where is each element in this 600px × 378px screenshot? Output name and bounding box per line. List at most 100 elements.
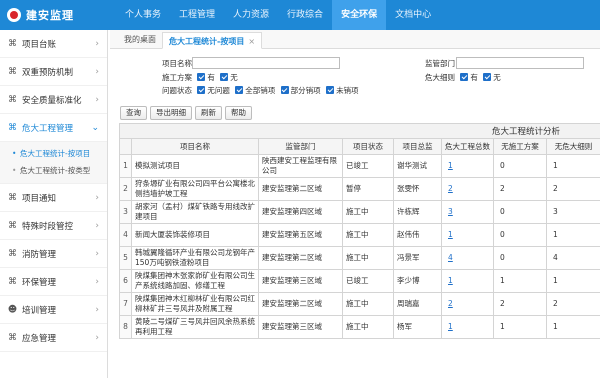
sidebar-item-label: 双重预防机制 <box>22 67 74 78</box>
sidebar-item-project-ledger[interactable]: ⌘ 项目台账 › <box>0 30 107 58</box>
no-plan-count-cell-wrap: 0 <box>493 200 547 224</box>
checkbox-rules-has[interactable] <box>460 73 469 81</box>
total-count-link[interactable]: 2 <box>448 184 453 193</box>
sidebar-item-label: 项目通知 <box>22 193 57 204</box>
project-name-cell-cell-wrap: 模拟测试项目 <box>131 154 259 178</box>
main-nav: 个人事务 工程管理 人力资源 行政综合 安全环保 文档中心 <box>116 0 440 30</box>
chevron-right-icon: › <box>95 66 99 77</box>
table-row[interactable]: 4 新闻大厦装饰装修项目 建安监理第五区域 施工中 赵伟伟 1 0 1 <box>119 223 600 247</box>
checkbox-rules-none[interactable] <box>483 73 492 81</box>
sidebar-item-training[interactable]: ☻ 培训管理 › <box>0 296 107 324</box>
table-row[interactable]: 2 狩条塬矿业有限公司四平台公寓楼北侧挡墙护坡工程 建安监理第二区域 暂停 张雯怀 2 2 2 <box>119 177 600 201</box>
table-caption: 危大工程统计分析 <box>118 123 600 139</box>
sidebar-item-environment[interactable]: ⌘ 环保管理 › <box>0 268 107 296</box>
no-plan-count: 0 <box>500 207 505 216</box>
checkbox-plan-has[interactable] <box>197 73 206 81</box>
dept-cell-cell-wrap: 建安监理第三区域 <box>258 315 343 339</box>
close-icon[interactable]: × <box>248 37 255 46</box>
status-cell-cell-wrap: 施工中 <box>342 223 394 247</box>
table-row[interactable]: 5 韩城翼隆循环产业有限公司龙钢年产150万吨钢铁渣粉项目 建安监理第二区域 施工中 冯… <box>119 246 600 270</box>
sidebar-item-emergency[interactable]: ⌘ 应急管理 › <box>0 324 107 352</box>
director-cell: 谢华测试 <box>397 161 427 170</box>
no-plan-count-cell-wrap: 1 <box>493 315 547 339</box>
checkbox-status-open[interactable] <box>326 86 335 94</box>
construction-plan-label: 施工方案 <box>162 73 192 82</box>
project-name-label: 项目名称 <box>162 59 192 68</box>
total-count-link[interactable]: 1 <box>448 322 453 331</box>
help-button[interactable]: 帮助 <box>225 106 252 120</box>
total-count-link[interactable]: 1 <box>448 230 453 239</box>
tab-my-desktop[interactable]: 我的桌面 <box>118 31 162 48</box>
sidebar-item-dual-prevention[interactable]: ⌘ 双重预防机制 › <box>0 58 107 86</box>
project-name-cell-cell-wrap: 胡家河（孟村）煤矿铁路专用线改扩建项目 <box>131 200 259 224</box>
export-button[interactable]: 导出明细 <box>150 106 192 120</box>
refresh-button[interactable]: 刷新 <box>195 106 222 120</box>
row-index: 3 <box>123 207 128 216</box>
row-index-cell-wrap: 3 <box>119 200 132 224</box>
dept-cell-cell-wrap: 建安监理第五区域 <box>258 223 343 247</box>
project-name-cell: 新闻大厦装饰装修项目 <box>135 230 210 239</box>
chevron-right-icon: › <box>95 38 99 49</box>
sidebar-item-standardization[interactable]: ⌘ 安全质量标准化 › <box>0 86 107 114</box>
total-count-link[interactable]: 1 <box>448 276 453 285</box>
table-row[interactable]: 1 模拟测试项目 陕西建安工程监理有限公司 已竣工 谢华测试 1 0 1 <box>119 154 600 178</box>
checkbox-status-all[interactable] <box>235 86 244 94</box>
gear-icon: ⌘ <box>8 332 17 343</box>
column-header: 监管部门 <box>258 138 343 155</box>
total-count-link[interactable]: 4 <box>448 253 453 262</box>
column-header: 无施工方案 <box>493 138 547 155</box>
table-row[interactable]: 3 胡家河（孟村）煤矿铁路专用线改扩建项目 建安监理第四区域 施工中 许栋辉 3 0 3 <box>119 200 600 224</box>
checkbox-status-none[interactable] <box>197 86 206 94</box>
hazard-rules-row: 危大细则 有 无 <box>425 72 501 83</box>
sidebar-item-fire[interactable]: ⌘ 消防管理 › <box>0 240 107 268</box>
tab-hazard-by-project[interactable]: 危大工程统计-按项目 × <box>162 32 263 49</box>
gear-icon: ⌘ <box>8 192 17 203</box>
checkbox-plan-none[interactable] <box>220 73 229 81</box>
sidebar-subitem-by-project[interactable]: 危大工程统计-按项目 <box>0 145 107 162</box>
sidebar-item-label: 项目台账 <box>22 39 57 50</box>
nav-item-admin[interactable]: 行政综合 <box>278 0 332 30</box>
no-rule-count-cell-wrap: 4 <box>545 246 600 270</box>
nav-item-hr[interactable]: 人力资源 <box>224 0 278 30</box>
total-count-link[interactable]: 2 <box>448 299 453 308</box>
person-icon: ☻ <box>7 304 18 315</box>
checkbox-status-partial[interactable] <box>280 86 289 94</box>
dept-select[interactable] <box>456 57 584 69</box>
nav-item-docs[interactable]: 文档中心 <box>386 0 440 30</box>
total-count-link[interactable]: 3 <box>448 207 453 216</box>
nav-item-engineering[interactable]: 工程管理 <box>170 0 224 30</box>
sidebar-item-project-notice[interactable]: ⌘ 项目通知 › <box>0 184 107 212</box>
status-cell: 施工中 <box>346 230 369 239</box>
table-row[interactable]: 8 黄陵二号煤矿三号风井回风余热系统再利用工程 建安监理第三区域 施工中 杨军 1 1 1 <box>119 315 600 339</box>
nav-item-personal[interactable]: 个人事务 <box>116 0 170 30</box>
row-index-cell-wrap: 1 <box>119 154 132 178</box>
table-row[interactable]: 7 陕煤集团神木红柳林矿业有限公司红柳林矿井三号风井及附属工程 建安监理第二区域 施工… <box>119 292 600 316</box>
table-row[interactable]: 6 陕煤集团神木张家峁矿业有限公司生产系统线路加固、修缮工程 建安监理第三区域 已竣工… <box>119 269 600 293</box>
dept-cell: 建安监理第二区域 <box>262 184 322 193</box>
director-cell-cell-wrap: 许栋辉 <box>393 200 442 224</box>
row-index: 7 <box>123 299 128 308</box>
sidebar-item-major-hazard[interactable]: ⌘ 危大工程管理 ⌄ <box>0 114 107 142</box>
total-count-link[interactable]: 1 <box>448 161 453 170</box>
dept-cell: 建安监理第二区域 <box>262 253 322 262</box>
project-name-input[interactable] <box>192 57 340 69</box>
query-button[interactable]: 查询 <box>120 106 147 120</box>
no-rule-count-cell-wrap: 2 <box>545 292 600 316</box>
project-name-cell: 陕煤集团神木张家峁矿业有限公司生产系统线路加固、修缮工程 <box>135 271 255 290</box>
director-cell-cell-wrap: 杨军 <box>393 315 442 339</box>
status-cell: 施工中 <box>346 253 369 262</box>
sidebar-item-special-period[interactable]: ⌘ 特殊时段管控 › <box>0 212 107 240</box>
project-name-cell-cell-wrap: 新闻大厦装饰装修项目 <box>131 223 259 247</box>
row-index: 2 <box>123 184 128 193</box>
dept-cell: 建安监理第三区域 <box>262 276 322 285</box>
gear-icon: ⌘ <box>8 276 17 287</box>
nav-item-safety[interactable]: 安全环保 <box>332 0 387 30</box>
row-index: 8 <box>123 322 128 331</box>
sidebar-subitem-by-type[interactable]: 危大工程统计-按类型 <box>0 162 107 179</box>
no-rule-count-cell-wrap: 1 <box>545 223 600 247</box>
status-cell: 施工中 <box>346 207 369 216</box>
project-name-cell-cell-wrap: 黄陵二号煤矿三号风井回风余热系统再利用工程 <box>131 315 259 339</box>
sidebar-item-label: 环保管理 <box>22 277 57 288</box>
total-count-link-cell-wrap: 1 <box>441 223 494 247</box>
no-rule-count: 2 <box>553 184 558 193</box>
